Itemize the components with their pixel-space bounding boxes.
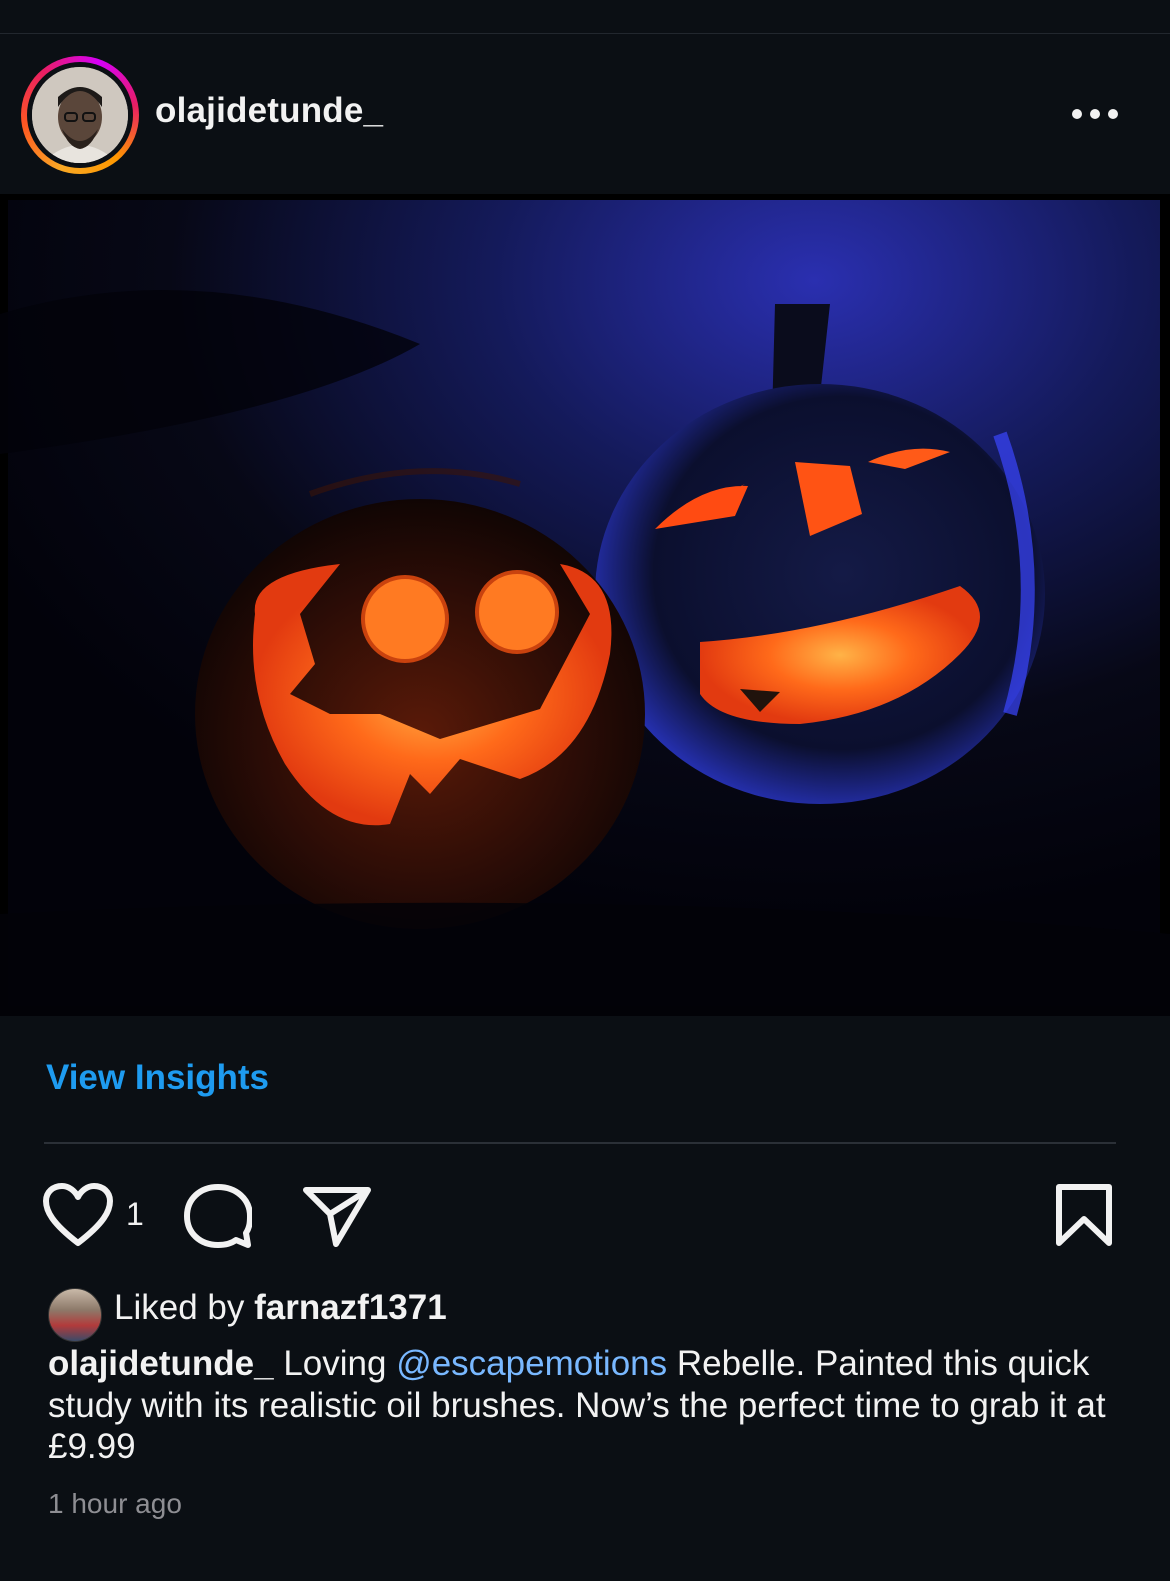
caption-username[interactable]: olajidetunde_ bbox=[48, 1344, 274, 1383]
avatar-portrait-icon bbox=[32, 67, 128, 163]
post-header: olajidetunde_ bbox=[0, 34, 1170, 195]
post-caption: olajidetunde_ Loving @escapemotions Rebe… bbox=[48, 1343, 1138, 1468]
heart-icon[interactable] bbox=[42, 1183, 114, 1249]
caption-mention-link[interactable]: @escapemotions bbox=[396, 1344, 667, 1383]
caption-text-before: Loving bbox=[273, 1344, 397, 1383]
dot bbox=[1072, 109, 1082, 119]
story-ring-avatar[interactable] bbox=[21, 56, 139, 174]
liker-avatar bbox=[48, 1288, 102, 1342]
avatar bbox=[32, 67, 128, 163]
avatar-border bbox=[27, 62, 133, 168]
like-count[interactable]: 1 bbox=[126, 1196, 144, 1233]
liked-by-text: Liked by farnazf1371 bbox=[114, 1288, 447, 1328]
send-icon[interactable] bbox=[302, 1184, 372, 1248]
view-insights-link[interactable]: View Insights bbox=[46, 1058, 269, 1098]
more-options-icon[interactable] bbox=[1068, 94, 1122, 134]
status-strip bbox=[0, 0, 1170, 34]
post-username[interactable]: olajidetunde_ bbox=[155, 91, 383, 131]
liked-by-prefix: Liked by bbox=[114, 1288, 255, 1327]
divider bbox=[44, 1142, 1116, 1144]
bookmark-icon[interactable] bbox=[1054, 1183, 1114, 1249]
dot bbox=[1090, 109, 1100, 119]
comment-icon[interactable] bbox=[184, 1183, 253, 1249]
post-timestamp: 1 hour ago bbox=[48, 1488, 182, 1519]
post-image[interactable] bbox=[0, 194, 1170, 1016]
liker-username[interactable]: farnazf1371 bbox=[254, 1288, 447, 1327]
pumpkin-painting bbox=[0, 194, 1170, 1016]
dot bbox=[1108, 109, 1118, 119]
